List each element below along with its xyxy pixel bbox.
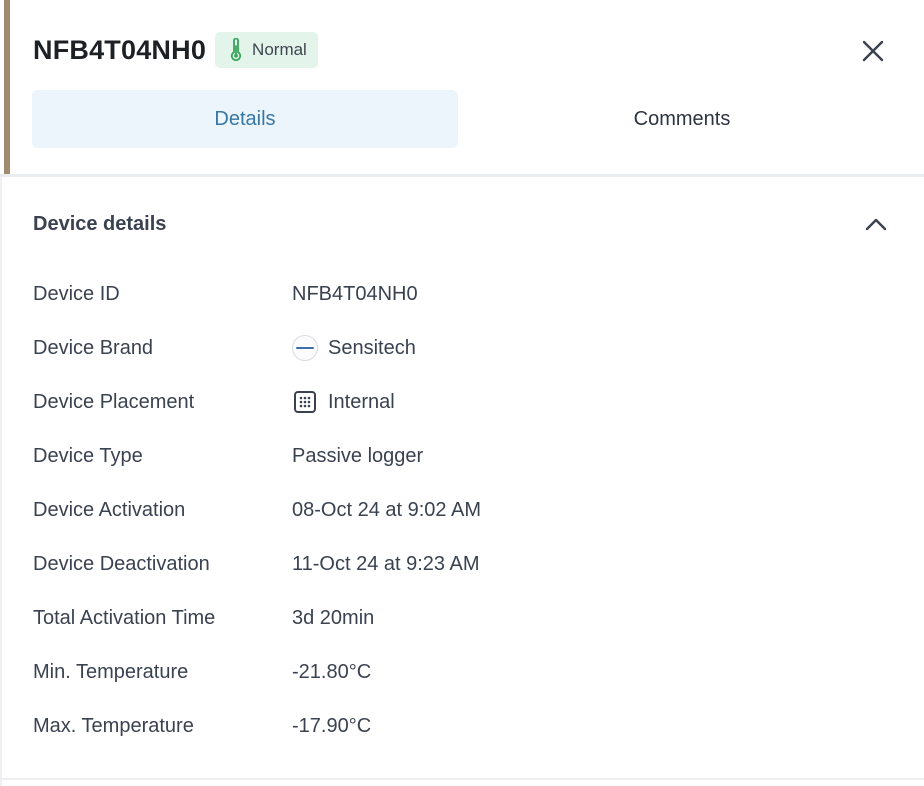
detail-row-device-id: Device ID NFB4T04NH0 — [33, 267, 893, 321]
detail-label: Max. Temperature — [33, 714, 194, 737]
detail-label: Min. Temperature — [33, 660, 189, 683]
detail-value-text: Sensitech — [328, 336, 416, 359]
close-icon — [862, 40, 884, 62]
detail-row-device-type: Device Type Passive logger — [33, 429, 893, 483]
detail-label: Device Type — [33, 444, 143, 467]
brand-logo — [292, 335, 318, 361]
detail-value: 3d 20min — [292, 607, 374, 630]
close-button[interactable] — [858, 36, 888, 66]
detail-label: Device Brand — [33, 336, 154, 359]
tab-comments[interactable]: Comments — [458, 90, 906, 148]
detail-row-max-temperature: Max. Temperature -17.90°C — [33, 699, 893, 753]
detail-value: NFB4T04NH0 — [292, 283, 418, 306]
detail-row-device-placement: Device Placement Internal — [33, 375, 893, 429]
detail-value: -17.90°C — [292, 715, 371, 738]
detail-value-text: -21.80°C — [292, 660, 372, 683]
detail-label: Device Placement — [33, 390, 195, 413]
status-label: Normal — [252, 40, 307, 59]
device-details-list: Device ID NFB4T04NH0 Device Brand Sensit… — [33, 267, 893, 753]
detail-value: Passive logger — [292, 445, 423, 468]
detail-value-text: NFB4T04NH0 — [292, 282, 418, 305]
detail-value-text: 11-Oct 24 at 9:23 AM — [292, 552, 480, 575]
device-details-header[interactable]: Device details — [33, 206, 891, 242]
device-title: NFB4T04NH0 — [33, 34, 207, 65]
detail-value: Internal — [292, 389, 395, 415]
detail-label: Device ID — [33, 282, 120, 305]
status-badge: Normal — [215, 32, 318, 68]
detail-value-text: Internal — [328, 390, 395, 413]
detail-row-device-brand: Device Brand Sensitech — [33, 321, 893, 375]
chevron-up-icon — [865, 218, 887, 231]
panel-left-edge — [0, 174, 2, 786]
panel-header: NFB4T04NH0 Normal Details Comments — [0, 0, 924, 176]
detail-value: Sensitech — [292, 335, 416, 361]
tab-bar: Details Comments — [32, 90, 906, 148]
device-detail-panel: NFB4T04NH0 Normal Details Comments Devic… — [0, 0, 924, 786]
detail-label: Total Activation Time — [33, 606, 216, 629]
detail-label: Device Activation — [33, 498, 186, 521]
detail-value: -21.80°C — [292, 661, 371, 684]
detail-value-text: -17.90°C — [292, 714, 372, 737]
collapse-button[interactable] — [861, 209, 891, 239]
header-divider — [0, 174, 924, 177]
detail-value: 08-Oct 24 at 9:02 AM — [292, 499, 481, 522]
section-bottom-divider — [0, 778, 924, 780]
detail-row-device-activation: Device Activation 08-Oct 24 at 9:02 AM — [33, 483, 893, 537]
brand-logo-mark — [296, 347, 314, 349]
detail-row-device-deactivation: Device Deactivation 11-Oct 24 at 9:23 AM — [33, 537, 893, 591]
grid-icon — [294, 391, 316, 413]
thermometer-icon — [230, 38, 242, 61]
detail-value-text: 3d 20min — [292, 606, 375, 629]
detail-value: 11-Oct 24 at 9:23 AM — [292, 553, 480, 576]
detail-value-text: 08-Oct 24 at 9:02 AM — [292, 498, 481, 521]
detail-row-total-activation-time: Total Activation Time 3d 20min — [33, 591, 893, 645]
section-title: Device details — [33, 212, 167, 235]
title-row: NFB4T04NH0 Normal — [33, 32, 318, 68]
detail-value-text: Passive logger — [292, 444, 424, 467]
detail-row-min-temperature: Min. Temperature -21.80°C — [33, 645, 893, 699]
tab-details[interactable]: Details — [32, 90, 458, 148]
detail-label: Device Deactivation — [33, 552, 210, 575]
